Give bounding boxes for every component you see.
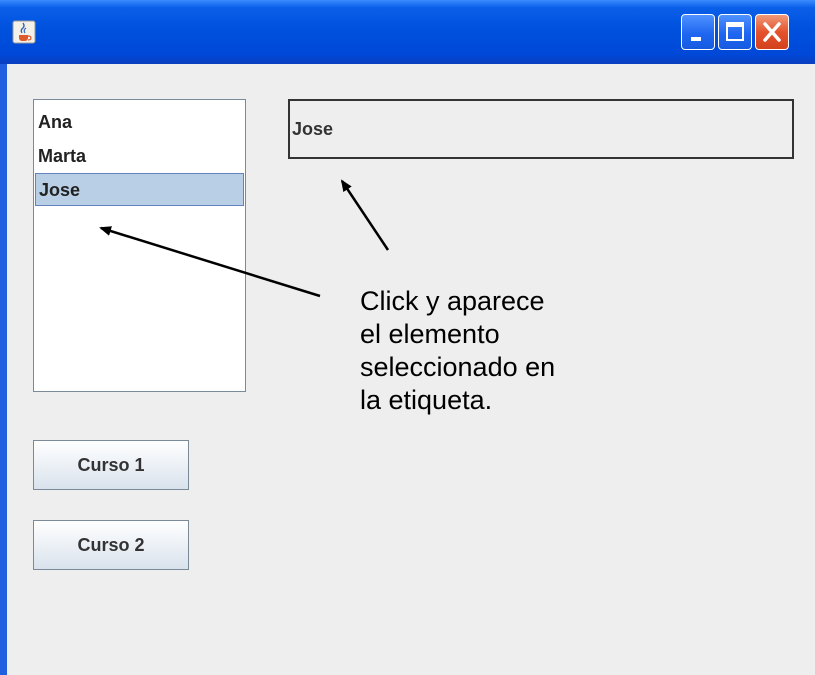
annotation-line: la etiqueta.	[360, 385, 493, 415]
annotation-line: el elemento	[360, 319, 500, 349]
arrow-to-label	[340, 179, 390, 251]
app-window: Ana Marta Jose Jose Curso 1 Curso 2 Clic…	[0, 0, 815, 675]
annotation-text: Click y aparece el elemento seleccionado…	[360, 285, 640, 417]
annotation-line: seleccionado en	[360, 352, 556, 382]
annotation-line: Click y aparece	[360, 286, 545, 316]
arrow-to-list	[99, 226, 321, 298]
